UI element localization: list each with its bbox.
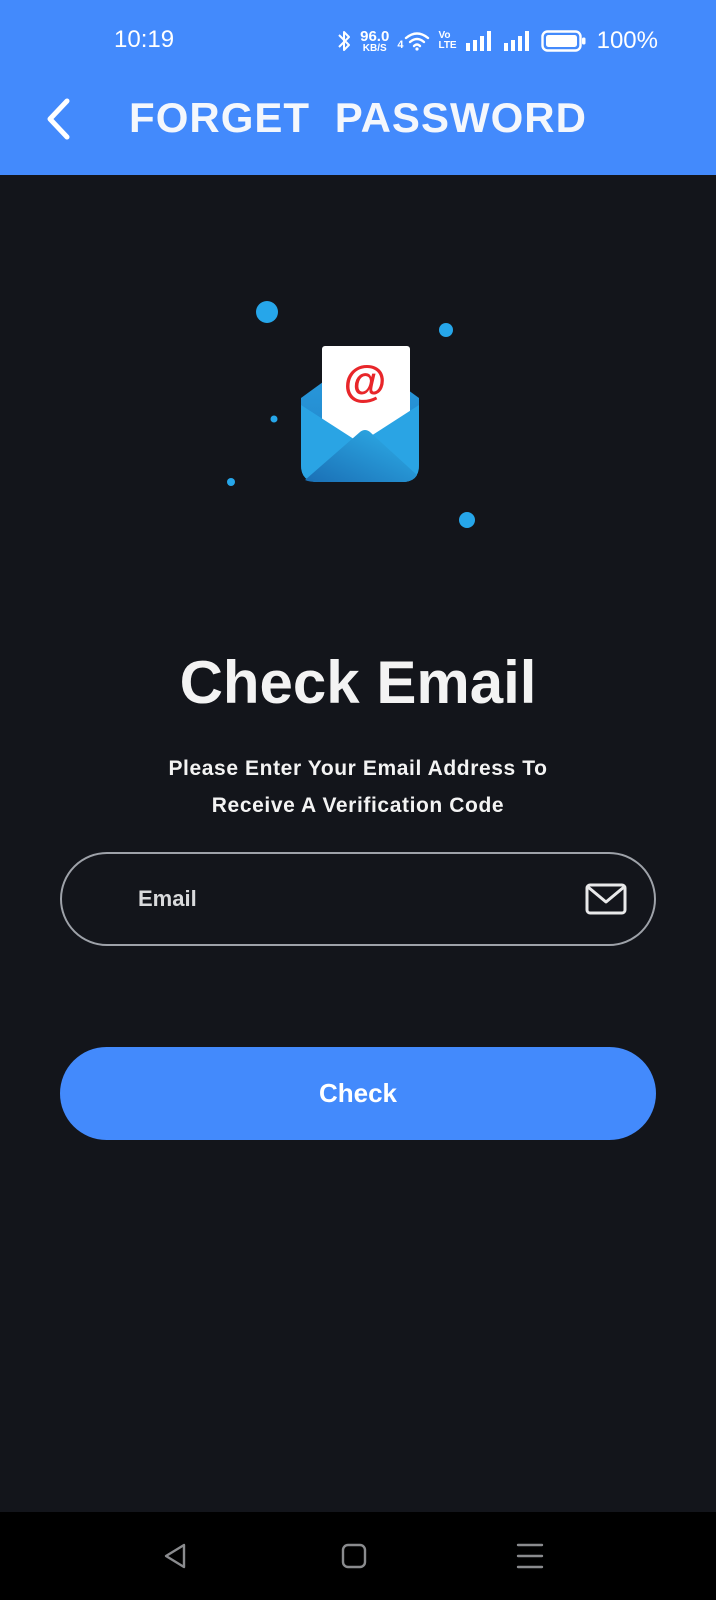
network-speed: 96.0 KB/S [360, 27, 390, 54]
envelope-at-icon: @ [227, 301, 475, 528]
signal-icon [465, 31, 491, 51]
page-title: FORGET PASSWORD [129, 94, 587, 141]
battery-percent: 100% [596, 27, 658, 54]
status-icons: 96.0 KB/S 4 Vo LTE 100% [336, 24, 658, 58]
email-field [60, 852, 656, 946]
instruction-text: Please Enter Your Email Address To Recei… [168, 757, 548, 817]
check-button[interactable]: Check [60, 1047, 656, 1140]
square-home-icon[interactable] [336, 1538, 372, 1574]
status-bar: 10:19 96.0 KB/S 4 Vo LTE 100% [0, 0, 716, 82]
volte-indicator: Vo LTE [438, 30, 457, 51]
battery-icon [540, 30, 586, 52]
system-nav-bar [0, 1512, 716, 1600]
wifi-icon [405, 32, 430, 51]
bluetooth-icon [338, 31, 351, 51]
status-time: 10:19 [114, 26, 175, 53]
svg-text:@: @ [344, 357, 387, 406]
forget-password-screen: 10:19 96.0 KB/S 4 Vo LTE 100% FORGET PAS… [0, 0, 716, 1600]
triangle-back-icon[interactable] [158, 1538, 194, 1574]
signal-icon-2 [503, 31, 529, 51]
wifi-status: 4 [397, 31, 430, 51]
check-email-heading: Check Email [179, 649, 537, 716]
email-input[interactable] [62, 854, 584, 944]
mail-icon [585, 883, 627, 915]
hamburger-menu-icon[interactable] [512, 1538, 548, 1574]
header-bar: 10:19 96.0 KB/S 4 Vo LTE 100% FORGET PAS… [0, 0, 716, 175]
